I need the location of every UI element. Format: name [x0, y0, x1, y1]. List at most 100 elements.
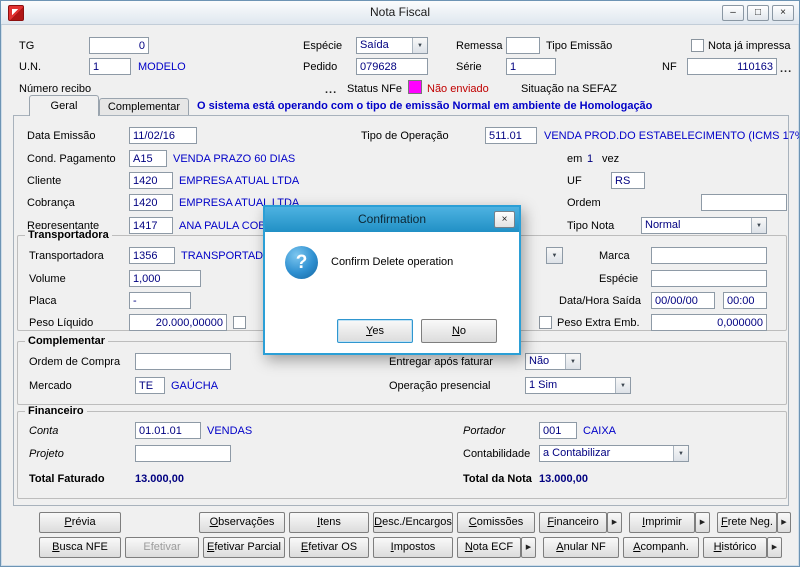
imprimir-button[interactable]: Imprimir	[629, 512, 695, 533]
especie-select[interactable]: Saída ▼	[356, 37, 428, 54]
transportadora-group-title: Transportadora	[25, 229, 112, 241]
data-emissao-input[interactable]	[129, 127, 197, 144]
dialog-title: Confirmation	[265, 207, 519, 232]
entregar-apos-faturar-select[interactable]: Não ▼	[525, 353, 581, 370]
transportadora-dropdown-button[interactable]: ▼	[546, 247, 563, 264]
ordem-compra-label: Ordem de Compra	[29, 356, 120, 369]
volume-input[interactable]	[129, 270, 201, 287]
peso-extra-input[interactable]	[651, 314, 767, 331]
previa-button[interactable]: Prévia	[39, 512, 121, 533]
recibo-ellipsis-button[interactable]: ...	[325, 85, 337, 95]
nota-ecf-button[interactable]: Nota ECF	[457, 537, 521, 558]
chevron-down-icon: ▼	[673, 446, 688, 461]
especie-transporte-label: Espécie	[599, 273, 638, 286]
financeiro-button[interactable]: Financeiro	[539, 512, 607, 533]
cond-pagamento-input[interactable]	[129, 150, 167, 167]
total-faturado-label: Total Faturado	[29, 473, 105, 486]
portador-input[interactable]	[539, 422, 577, 439]
nf-input[interactable]	[687, 58, 777, 75]
marca-label: Marca	[599, 250, 630, 263]
nota-ja-impressa-checkbox[interactable]	[691, 39, 704, 52]
desc-encargos-button[interactable]: Desc./Encargos	[373, 512, 453, 533]
tipo-nota-label: Tipo Nota	[567, 220, 614, 233]
ordem-input[interactable]	[701, 194, 787, 211]
window-titlebar[interactable]: Nota Fiscal – □ ×	[1, 1, 799, 25]
remessa-input[interactable]	[506, 37, 540, 54]
efetivar-parcial-button[interactable]: Efetivar Parcial	[203, 537, 285, 558]
projeto-input[interactable]	[135, 445, 231, 462]
environment-banner: O sistema está operando com o tipo de em…	[197, 100, 652, 112]
mercado-desc: GAÚCHA	[171, 380, 218, 393]
un-input[interactable]	[89, 58, 131, 75]
window-title: Nota Fiscal	[1, 5, 799, 19]
financeiro-group-title: Financeiro	[25, 405, 87, 417]
peso-liquido-input[interactable]	[129, 314, 227, 331]
nota-ecf-arrow-button[interactable]: ▶	[521, 537, 536, 558]
acompanh-button[interactable]: Acompanh.	[623, 537, 699, 558]
pedido-input[interactable]	[356, 58, 428, 75]
nf-ellipsis-button[interactable]: ...	[780, 64, 792, 74]
impostos-button[interactable]: Impostos	[373, 537, 453, 558]
data-hora-saida-label: Data/Hora Saída	[559, 295, 641, 308]
imprimir-arrow-button[interactable]: ▶	[695, 512, 710, 533]
ordem-compra-input[interactable]	[135, 353, 231, 370]
transportadora-label: Transportadora	[29, 250, 104, 263]
comissoes-button[interactable]: Comissões	[457, 512, 535, 533]
peso-extra-checkbox[interactable]	[539, 316, 552, 329]
operacao-presencial-select[interactable]: 1 Sim ▼	[525, 377, 631, 394]
yes-button[interactable]: Yes	[337, 319, 413, 343]
minimize-button[interactable]: –	[722, 5, 744, 21]
historico-arrow-button[interactable]: ▶	[767, 537, 782, 558]
tipo-nota-select[interactable]: Normal ▼	[641, 217, 767, 234]
frete-neg-arrow-button[interactable]: ▶	[777, 512, 791, 533]
marca-input[interactable]	[651, 247, 767, 264]
tab-complementar[interactable]: Complementar	[99, 98, 189, 115]
dialog-titlebar[interactable]: Confirmation ×	[265, 207, 519, 232]
maximize-button[interactable]: □	[747, 5, 769, 21]
tab-geral[interactable]: Geral	[29, 95, 99, 116]
hora-saida-input[interactable]	[723, 292, 767, 309]
especie-transporte-input[interactable]	[651, 270, 767, 287]
observacoes-button[interactable]: Observações	[199, 512, 285, 533]
cond-pagamento-label: Cond. Pagamento	[27, 153, 116, 166]
tg-input[interactable]	[89, 37, 149, 54]
tipo-emissao-label: Tipo Emissão	[546, 40, 612, 53]
frete-neg-button[interactable]: Frete Neg.	[717, 512, 777, 533]
total-da-nota-label: Total da Nota	[463, 473, 532, 486]
busca-nfe-button[interactable]: Busca NFE	[39, 537, 121, 558]
contabilidade-select[interactable]: a Contabilizar ▼	[539, 445, 689, 462]
uf-input[interactable]	[611, 172, 645, 189]
operacao-presencial-label: Operação presencial	[389, 380, 491, 393]
anular-nf-button[interactable]: Anular NF	[543, 537, 619, 558]
representante-input[interactable]	[129, 217, 173, 234]
peso-liquido-checkbox[interactable]	[233, 316, 246, 329]
tipo-operacao-input[interactable]	[485, 127, 537, 144]
dialog-close-button[interactable]: ×	[494, 211, 515, 228]
tipo-operacao-desc: VENDA PROD.DO ESTABELECIMENTO (ICMS 17%)	[544, 130, 800, 143]
question-icon: ?	[285, 246, 318, 279]
mercado-input[interactable]	[135, 377, 165, 394]
transportadora-input[interactable]	[129, 247, 175, 264]
cobranca-input[interactable]	[129, 194, 173, 211]
conta-label: Conta	[29, 425, 58, 438]
volume-label: Volume	[29, 273, 66, 286]
conta-input[interactable]	[135, 422, 201, 439]
serie-input[interactable]	[506, 58, 556, 75]
entregar-apos-faturar-label: Entregar após faturar	[389, 356, 493, 369]
total-faturado-value: 13.000,00	[135, 473, 184, 486]
pedido-label: Pedido	[303, 61, 337, 74]
data-saida-input[interactable]	[651, 292, 715, 309]
chevron-down-icon: ▼	[615, 378, 630, 393]
financeiro-arrow-button[interactable]: ▶	[607, 512, 622, 533]
historico-button[interactable]: Histórico	[703, 537, 767, 558]
close-button[interactable]: ×	[772, 5, 794, 21]
tipo-nota-value: Normal	[642, 218, 751, 233]
efetivar-os-button[interactable]: Efetivar OS	[289, 537, 369, 558]
no-button[interactable]: No	[421, 319, 497, 343]
un-desc: MODELO	[138, 61, 186, 74]
placa-input[interactable]	[129, 292, 191, 309]
situacao-sefaz-label: Situação na SEFAZ	[521, 83, 617, 96]
itens-button[interactable]: Itens	[289, 512, 369, 533]
cliente-input[interactable]	[129, 172, 173, 189]
peso-extra-label: Peso Extra Emb.	[557, 317, 640, 330]
